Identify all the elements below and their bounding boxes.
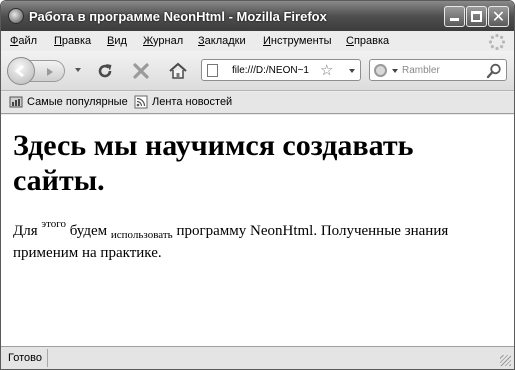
menu-file[interactable]: Файл [10, 35, 37, 47]
history-dropdown-icon[interactable] [75, 68, 81, 72]
firefox-logo-icon[interactable] [8, 8, 24, 24]
back-arrow-icon [14, 64, 24, 78]
bookmark-star-icon[interactable]: ☆ [320, 61, 333, 79]
most-visited-icon [9, 96, 23, 108]
menu-history-accel: Ж [143, 35, 154, 47]
status-bar: Готово [1, 346, 514, 369]
maximize-button[interactable] [466, 6, 487, 27]
close-icon: ✕ [491, 7, 506, 26]
resize-grip-icon[interactable] [500, 355, 511, 366]
search-engine-dropdown-icon[interactable] [392, 69, 398, 73]
search-engine-icon[interactable] [374, 64, 387, 77]
reload-icon[interactable] [95, 61, 115, 81]
minimize-icon [450, 18, 459, 21]
menu-help-accel: С [346, 35, 354, 47]
paragraph-text-2: будем [66, 223, 111, 239]
menu-edit-accel: П [54, 35, 62, 47]
menu-bookmarks-label: акладки [204, 35, 246, 47]
search-icon[interactable] [486, 63, 502, 79]
bookmarks-toolbar: Самые популярные Лента новостей [1, 92, 514, 114]
paragraph-superscript: этого [41, 218, 66, 230]
bookmark-most-visited[interactable]: Самые популярные [9, 95, 128, 111]
status-text: Готово [8, 352, 42, 364]
minimize-button[interactable] [444, 6, 465, 27]
menu-help[interactable]: Справка [346, 35, 389, 47]
most-visited-label: Самые популярные [27, 96, 128, 108]
menu-view-label: ид [114, 35, 127, 47]
throbber-icon [488, 33, 506, 51]
address-bar[interactable]: file:///D:/NEON~1 ☆ [201, 59, 361, 81]
page-content: Здесь мы научимся создавать сайты. Для э… [1, 115, 514, 346]
search-bar[interactable]: Rambler [369, 59, 507, 81]
home-icon[interactable] [167, 60, 189, 82]
url-dropdown-icon[interactable] [349, 69, 355, 73]
window-title: Работа в программе NeonHtml - Mozilla Fi… [29, 9, 327, 24]
rss-feed-icon [134, 95, 148, 109]
status-divider [47, 349, 48, 367]
menu-history-label: урнал [153, 35, 184, 47]
menu-view[interactable]: Вид [107, 35, 127, 47]
back-button[interactable] [7, 57, 35, 85]
news-feed-label: Лента новостей [152, 96, 233, 108]
menu-file-label: айл [18, 35, 38, 47]
page-paragraph: Для этого будем использовать программу N… [13, 218, 503, 264]
navigation-toolbar: file:///D:/NEON~1 ☆ Rambler [1, 51, 514, 91]
stop-icon[interactable] [131, 61, 151, 81]
menu-tools-accel: И [263, 35, 271, 47]
menu-bookmarks-accel: З [198, 35, 205, 47]
menu-history[interactable]: Журнал [143, 35, 183, 47]
menu-tools-label: нструменты [270, 35, 332, 47]
title-bar[interactable]: Работа в программе NeonHtml - Mozilla Fi… [1, 1, 514, 31]
url-text[interactable]: file:///D:/NEON~1 [232, 65, 309, 76]
forward-arrow-icon [47, 68, 53, 76]
page-heading: Здесь мы научимся создавать сайты. [13, 129, 414, 197]
search-placeholder[interactable]: Rambler [402, 65, 440, 76]
maximize-icon [471, 11, 482, 22]
close-button[interactable]: ✕ [488, 6, 509, 27]
menu-edit-label: равка [61, 35, 92, 47]
browser-window: Работа в программе NeonHtml - Mozilla Fi… [0, 0, 515, 370]
menu-bookmarks[interactable]: Закладки [198, 35, 246, 47]
paragraph-text-1: Для [13, 223, 42, 239]
menu-help-label: правка [353, 35, 390, 47]
menu-bar: Файл Правка Вид Журнал Закладки Инструме… [1, 31, 514, 51]
bookmark-news-feed[interactable]: Лента новостей [134, 95, 232, 111]
page-icon [207, 64, 218, 77]
back-forward-group [7, 57, 87, 85]
menu-edit[interactable]: Правка [54, 35, 91, 47]
paragraph-subscript: использовать [110, 229, 173, 241]
menu-tools[interactable]: Инструменты [263, 35, 332, 47]
